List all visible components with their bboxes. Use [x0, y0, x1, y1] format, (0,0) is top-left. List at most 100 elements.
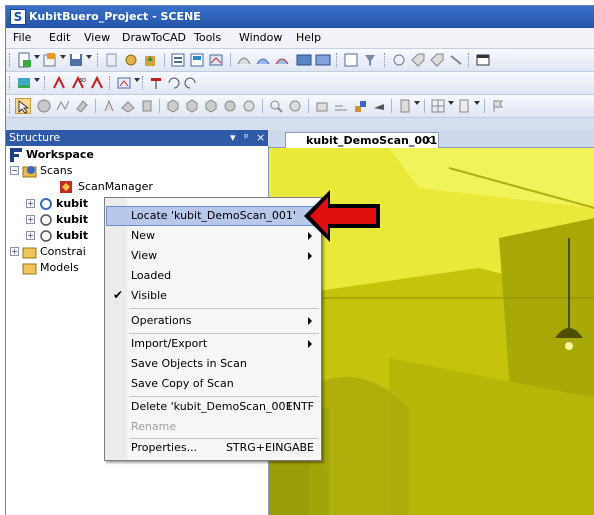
- chevron-down-icon[interactable]: [34, 78, 40, 82]
- toolbar-grip[interactable]: [97, 53, 101, 67]
- scan-paste-icon[interactable]: [448, 52, 464, 68]
- report-icon[interactable]: [397, 98, 413, 114]
- toolbar-grip[interactable]: [9, 53, 13, 67]
- scan-copy-icon[interactable]: [429, 52, 445, 68]
- move-icon[interactable]: [51, 75, 67, 91]
- menu-item-save-objects[interactable]: Save Objects in Scan: [106, 354, 320, 374]
- menu-edit[interactable]: Edit: [49, 31, 70, 44]
- 3d-view-icon[interactable]: 3D: [70, 75, 86, 91]
- quick-view-icon[interactable]: [89, 75, 105, 91]
- scan-list-icon[interactable]: [189, 52, 205, 68]
- tab-kubit-demoscan[interactable]: kubit_DemoScan_001 x: [285, 132, 439, 148]
- polyline-icon[interactable]: [55, 98, 71, 114]
- panel-dropdown-icon[interactable]: ▾: [230, 131, 236, 144]
- paste-icon[interactable]: [142, 52, 158, 68]
- menu-item-operations[interactable]: Operations: [106, 311, 320, 331]
- toolbar-grip[interactable]: [336, 53, 340, 67]
- undo-icon[interactable]: [166, 75, 182, 91]
- chevron-down-icon[interactable]: [474, 101, 480, 105]
- cylinder-icon[interactable]: [139, 98, 155, 114]
- select-arrow-icon[interactable]: [15, 98, 31, 114]
- point-icon[interactable]: [101, 98, 117, 114]
- table-icon[interactable]: [475, 52, 491, 68]
- plane-icon[interactable]: [120, 98, 136, 114]
- properties-icon[interactable]: [170, 52, 186, 68]
- fly-icon[interactable]: [371, 98, 387, 114]
- pan-icon[interactable]: [287, 98, 303, 114]
- expand-icon[interactable]: +: [26, 215, 35, 224]
- menu-item-import-export[interactable]: Import/Export: [106, 334, 320, 354]
- close-icon[interactable]: x: [425, 133, 432, 146]
- image-icon[interactable]: [296, 52, 312, 68]
- menu-window[interactable]: Window: [239, 31, 282, 44]
- window-icon[interactable]: [343, 52, 359, 68]
- scan-place-icon[interactable]: [148, 75, 164, 91]
- collapse-icon[interactable]: −: [10, 166, 19, 175]
- box-edge-icon[interactable]: [203, 98, 219, 114]
- sphere-icon[interactable]: [391, 52, 407, 68]
- sphere-fit-icon[interactable]: [222, 98, 238, 114]
- toolbar-grip[interactable]: [142, 76, 146, 90]
- menu-item-visible[interactable]: ✔ Visible: [106, 286, 320, 306]
- menu-file[interactable]: File: [13, 31, 31, 44]
- object-color-icon[interactable]: [352, 98, 368, 114]
- menu-item-view[interactable]: View: [106, 246, 320, 266]
- toolbar-grip[interactable]: [44, 76, 48, 90]
- menu-tools[interactable]: Tools: [194, 31, 221, 44]
- menu-help[interactable]: Help: [296, 31, 321, 44]
- menu-item-loaded[interactable]: Loaded: [106, 266, 320, 286]
- chevron-down-icon[interactable]: [414, 101, 420, 105]
- zoom-icon[interactable]: [268, 98, 284, 114]
- register-icon[interactable]: [274, 52, 290, 68]
- tab-label: kubit_DemoScan_001: [306, 134, 438, 147]
- toolbar-view: 3D: [6, 72, 594, 95]
- cut-icon[interactable]: [104, 52, 120, 68]
- clipping-box-icon[interactable]: [314, 98, 330, 114]
- filter-icon[interactable]: [362, 52, 378, 68]
- chevron-down-icon[interactable]: [134, 78, 140, 82]
- menu-item-delete[interactable]: Delete 'kubit_DemoScan_001' ENTF: [106, 397, 320, 417]
- open-project-icon[interactable]: [42, 52, 58, 68]
- redo-icon[interactable]: [182, 75, 198, 91]
- new-project-icon[interactable]: [16, 52, 32, 68]
- box-icon[interactable]: [165, 98, 181, 114]
- expand-icon[interactable]: +: [10, 247, 19, 256]
- save-icon[interactable]: [68, 52, 84, 68]
- box-plane-icon[interactable]: [184, 98, 200, 114]
- menu-item-new[interactable]: New: [106, 226, 320, 246]
- toolbar-grip[interactable]: [9, 76, 13, 90]
- chevron-down-icon[interactable]: [34, 55, 40, 59]
- expand-icon[interactable]: +: [26, 231, 35, 240]
- panorama-icon[interactable]: [315, 52, 331, 68]
- chevron-down-icon[interactable]: [60, 55, 66, 59]
- distance-icon[interactable]: [333, 98, 349, 114]
- menu-item-save-copy[interactable]: Save Copy of Scan: [106, 374, 320, 394]
- flag-icon[interactable]: [490, 98, 506, 114]
- correspondence-view-icon[interactable]: [116, 75, 132, 91]
- chevron-down-icon[interactable]: [448, 101, 454, 105]
- grid-icon[interactable]: [430, 98, 446, 114]
- menu-item-locate[interactable]: Locate 'kubit_DemoScan_001': [106, 206, 320, 226]
- chevron-down-icon[interactable]: [86, 55, 92, 59]
- toolbar-grip[interactable]: [109, 76, 113, 90]
- menu-drawtocad[interactable]: DrawToCAD: [122, 31, 186, 44]
- copy-icon[interactable]: [123, 52, 139, 68]
- tag-icon[interactable]: [410, 52, 426, 68]
- toolbar-grip[interactable]: [468, 53, 472, 67]
- expand-icon[interactable]: +: [26, 199, 35, 208]
- notes-icon[interactable]: [456, 98, 472, 114]
- toolbar-grip[interactable]: [9, 99, 13, 113]
- 2d-view-icon[interactable]: [16, 75, 32, 91]
- title-bar[interactable]: S KubitBuero_Project - SCENE: [6, 6, 594, 28]
- menu-item-properties[interactable]: Properties... STRG+EINGABE: [106, 438, 320, 458]
- compare-icon[interactable]: [255, 52, 271, 68]
- menu-view[interactable]: View: [84, 31, 110, 44]
- eraser-icon[interactable]: [74, 98, 90, 114]
- pin-icon[interactable]: ᵖ: [244, 131, 249, 144]
- layers-icon[interactable]: [208, 52, 224, 68]
- measure-icon[interactable]: [236, 52, 252, 68]
- target-icon[interactable]: [36, 98, 52, 114]
- cone-icon[interactable]: [241, 98, 257, 114]
- toolbar-grip[interactable]: [384, 53, 388, 67]
- close-icon[interactable]: ×: [256, 131, 265, 144]
